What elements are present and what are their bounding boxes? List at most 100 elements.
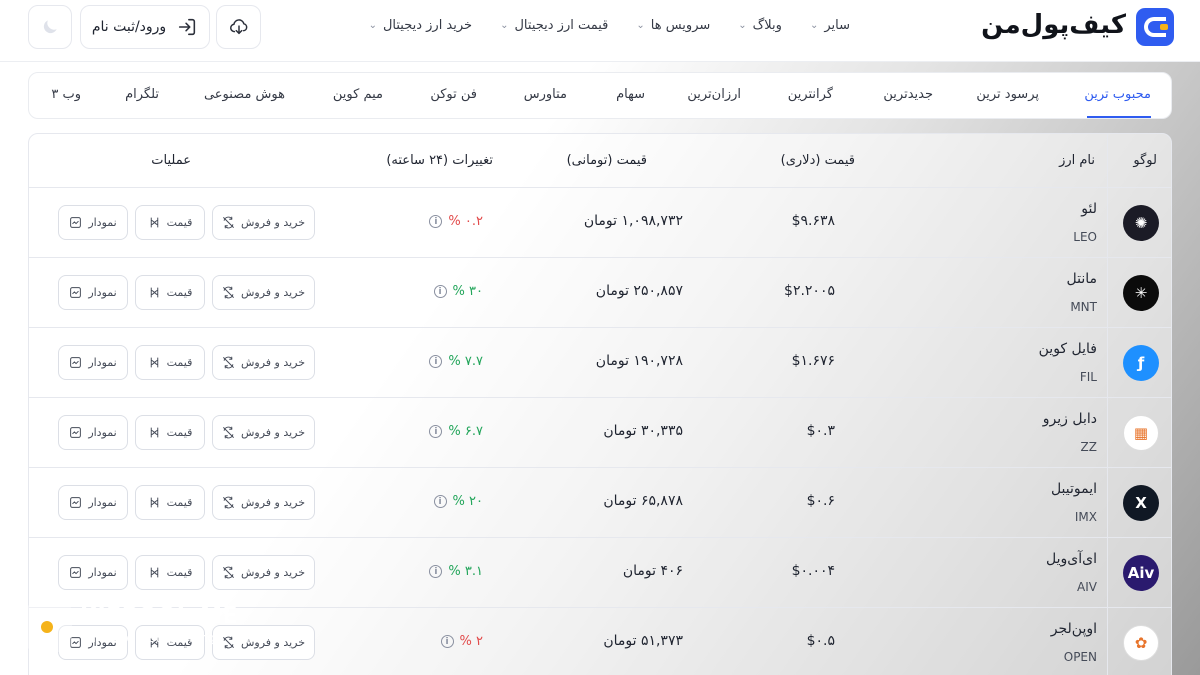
price-change: i % ۷.۷ — [429, 354, 483, 369]
price-button[interactable]: قیمت — [135, 275, 205, 310]
header-name: نام ارز — [1059, 153, 1095, 168]
price-tag-icon — [150, 217, 158, 228]
table-row[interactable]: ƒ فایل کوین FIL $۱.۶۷۶ ۱۹۰,۷۲۸ تومان i % ۷.۷ خر… — [29, 327, 1171, 397]
trade-button[interactable]: خرید و فروش — [212, 415, 315, 450]
trade-label: خرید و فروش — [240, 286, 306, 299]
price-label: قیمت — [166, 216, 193, 229]
coin-logo-glyph: ƒ — [1137, 354, 1145, 372]
nav-label: خرید ارز دیجیتال — [382, 18, 473, 33]
coin-logo-icon: Aiv — [1123, 555, 1159, 591]
change-value: % ۲۰ — [452, 494, 483, 509]
price-change: i % ۳.۱ — [429, 564, 483, 579]
price-tag-icon — [150, 567, 158, 578]
chart-button[interactable]: نمودار — [58, 205, 128, 240]
info-icon[interactable]: i — [433, 285, 447, 298]
wallet-logo-icon[interactable] — [1136, 8, 1174, 46]
coin-name[interactable]: اوپن‌لجر — [1051, 621, 1097, 637]
theme-toggle-button[interactable] — [28, 5, 72, 49]
info-icon[interactable]: i — [429, 355, 443, 368]
info-icon[interactable]: i — [429, 565, 443, 578]
nav-item-buy-crypto[interactable]: خرید ارز دیجیتال ⌄ — [369, 18, 473, 33]
tab-telegram[interactable]: تلگرام — [125, 87, 159, 102]
info-icon[interactable]: i — [433, 495, 447, 508]
price-label: قیمت — [166, 496, 193, 509]
chart-icon — [70, 427, 82, 438]
coin-logo-icon: ✿ — [1123, 625, 1159, 661]
info-icon[interactable]: i — [429, 425, 443, 438]
nav-item-blog[interactable]: وبلاگ ⌄ — [738, 18, 782, 33]
nav-label: وبلاگ — [752, 18, 782, 33]
price-change: i % ۰.۲ — [429, 214, 483, 229]
info-icon[interactable]: i — [429, 215, 443, 228]
trade-button[interactable]: خرید و فروش — [212, 275, 315, 310]
table-row[interactable]: ✳ مانتل MNT $۲.۲۰۰۵ ۲۵۰,۸۵۷ تومان i % ۳۰ خرید و… — [29, 257, 1171, 327]
coin-logo-icon: ▦ — [1123, 415, 1159, 451]
tab-most-expensive[interactable]: گرانترین — [788, 87, 833, 102]
tab-cheapest[interactable]: ارزان‌ترین — [687, 87, 741, 102]
price-button[interactable]: قیمت — [135, 345, 205, 380]
info-icon[interactable]: i — [440, 635, 454, 648]
exchange-icon — [223, 426, 234, 439]
trade-button[interactable]: خرید و فروش — [212, 485, 315, 520]
chart-button[interactable]: نمودار — [58, 345, 128, 380]
price-tag-icon — [150, 427, 158, 438]
chart-icon — [70, 497, 82, 508]
trade-button[interactable]: خرید و فروش — [212, 345, 315, 380]
chart-label: نمودار — [88, 356, 117, 369]
nav-item-crypto-price[interactable]: قیمت ارز دیجیتال ⌄ — [500, 18, 608, 33]
tab-web3[interactable]: وب ۳ — [51, 87, 81, 102]
tab-most-popular[interactable]: محبوب ترین — [1084, 87, 1151, 102]
coin-name[interactable]: ایموتیبل — [1051, 481, 1097, 497]
toman-price: ۵۱,۳۷۳ تومان — [603, 633, 683, 649]
change-value: % ۳۰ — [452, 284, 483, 299]
tab-fan-token[interactable]: فن توکن — [430, 87, 477, 102]
price-button[interactable]: قیمت — [135, 415, 205, 450]
table-row[interactable]: X ایموتیبل IMX $۰.۶ ۶۵,۸۷۸ تومان i % ۲۰ خرید و … — [29, 467, 1171, 537]
nav-item-other[interactable]: سایر ⌄ — [810, 18, 850, 33]
category-tabs: محبوب ترین پرسود ترین جدیدترین گرانترین … — [28, 72, 1172, 119]
trade-button[interactable]: خرید و فروش — [212, 555, 315, 590]
tab-metaverse[interactable]: متاورس — [524, 87, 567, 102]
coin-name[interactable]: فایل کوین — [1039, 341, 1097, 357]
coin-logo-glyph: ✿ — [1134, 634, 1148, 652]
toman-price: ۴۰۶ تومان — [622, 563, 683, 579]
cloud-download-icon — [229, 19, 247, 35]
download-app-button[interactable] — [216, 5, 261, 49]
price-button[interactable]: قیمت — [135, 485, 205, 520]
coin-logo-glyph: ✺ — [1134, 214, 1148, 232]
chart-button[interactable]: نمودار — [58, 485, 128, 520]
chevron-down-icon: ⌄ — [500, 20, 509, 31]
trade-button[interactable]: خرید و فروش — [212, 625, 315, 660]
coin-name[interactable]: لئو — [1081, 201, 1097, 217]
tab-ai[interactable]: هوش مصنوعی — [204, 87, 285, 102]
trade-button[interactable]: خرید و فروش — [212, 205, 315, 240]
table-row[interactable]: ✺ لئو LEO $۹.۶۳۸ ۱,۰۹۸,۷۳۲ تومان i % ۰.۲ خرید و… — [29, 187, 1171, 257]
exchange-icon — [223, 216, 234, 229]
price-button[interactable]: قیمت — [135, 205, 205, 240]
top-header: کیف‌پول‌من خرید ارز دیجیتال ⌄ قیمت ارز د… — [0, 0, 1200, 62]
table-row[interactable]: Aiv ای‌آی‌ویل AIV $۰.۰۰۴ ۴۰۶ تومان i % ۳.۱ خرید… — [29, 537, 1171, 607]
price-change: i % ۳۰ — [433, 284, 483, 299]
tab-most-profitable[interactable]: پرسود ترین — [976, 87, 1039, 102]
coin-symbol: IMX — [1074, 510, 1097, 524]
kifpool-watermark: KIFPOOL.ME Safe and fast exchange — [26, 602, 238, 654]
chart-button[interactable]: نمودار — [58, 555, 128, 590]
price-button[interactable]: قیمت — [135, 555, 205, 590]
moon-icon — [43, 20, 57, 34]
login-register-button[interactable]: ورود/ثبت نام — [80, 5, 210, 49]
tab-meme-coin[interactable]: میم کوین — [333, 87, 383, 102]
trade-label: خرید و فروش — [240, 496, 306, 509]
coin-name[interactable]: مانتل — [1067, 271, 1098, 287]
brand-name[interactable]: کیف‌پول‌من — [981, 10, 1126, 40]
usd-price: $۰.۶ — [806, 493, 835, 509]
table-row[interactable]: ▦ دابل زیرو ZZ $۰.۳ ۳۰,۳۳۵ تومان i % ۶.۷ خرید و… — [29, 397, 1171, 467]
coin-name[interactable]: دابل زیرو — [1043, 411, 1097, 427]
chart-button[interactable]: نمودار — [58, 275, 128, 310]
nav-item-services[interactable]: سرویس ها ⌄ — [636, 18, 710, 33]
tab-newest[interactable]: جدیدترین — [883, 87, 933, 102]
change-value: % ۲ — [459, 634, 483, 649]
tab-stocks[interactable]: سهام — [616, 87, 645, 102]
chart-button[interactable]: نمودار — [58, 415, 128, 450]
coin-name[interactable]: ای‌آی‌ویل — [1046, 551, 1097, 567]
price-label: قیمت — [166, 356, 193, 369]
